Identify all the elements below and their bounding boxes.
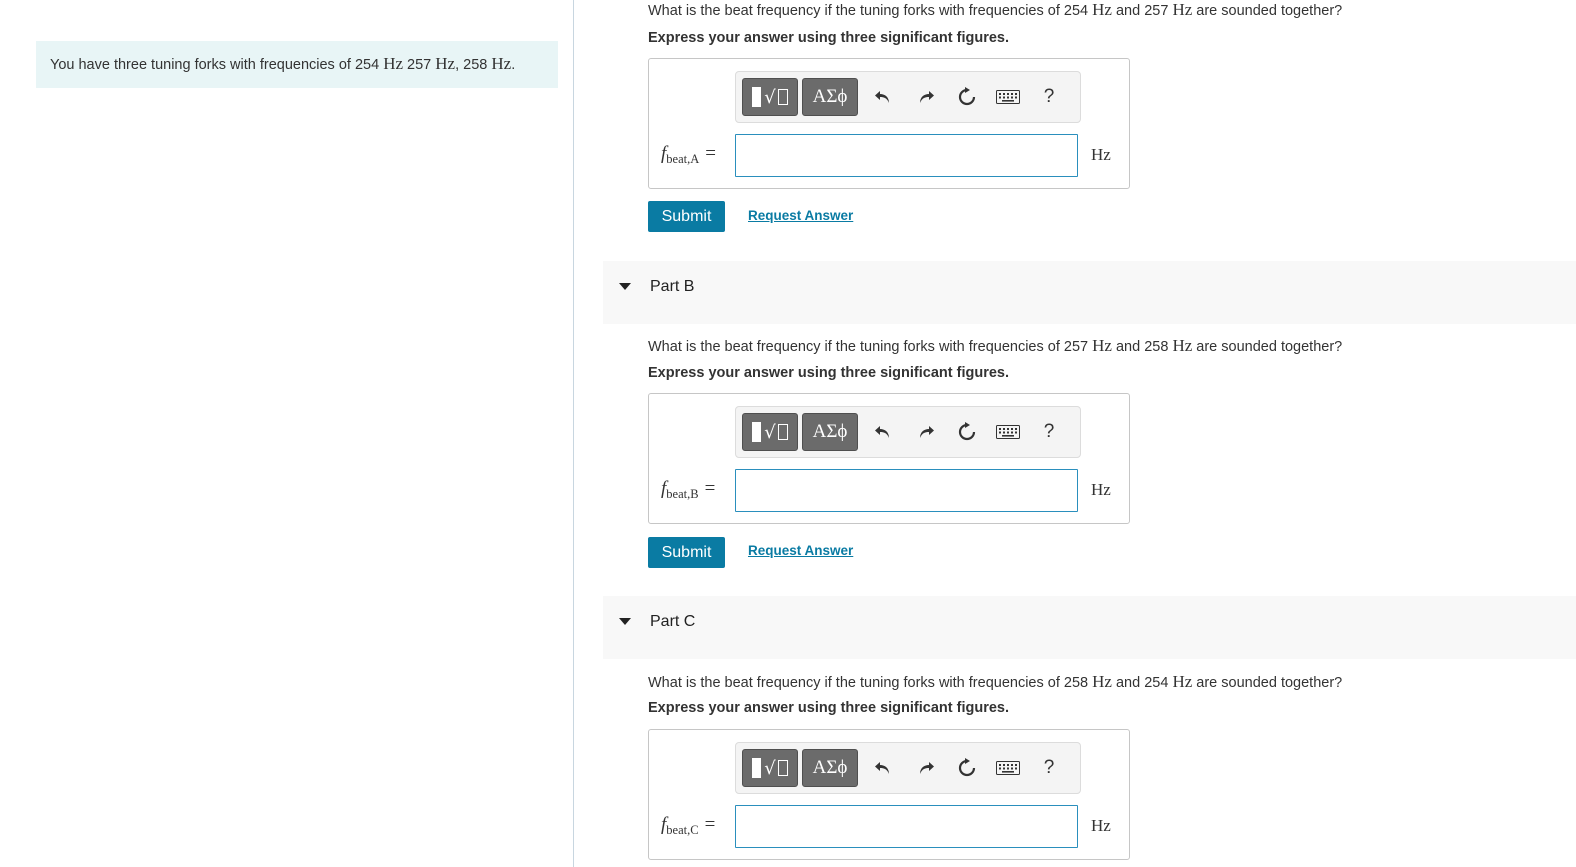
submit-button-b[interactable]: Submit	[648, 537, 725, 568]
problem-statement-pane: You have three tuning forks with frequen…	[0, 0, 573, 867]
reset-icon[interactable]	[952, 417, 982, 447]
part-c-answer-box: √ ΑΣϕ ? fbeat,C = Hz	[648, 729, 1130, 860]
unit-label: Hz	[1091, 816, 1111, 835]
radical-icon: √	[764, 757, 776, 779]
intro-unit: Hz	[383, 54, 404, 73]
template-block-icon	[752, 422, 762, 442]
intro-unit: Hz	[435, 54, 456, 73]
part-c-question: What is the beat frequency if the tuning…	[648, 672, 1343, 691]
radical-icon: √	[764, 421, 776, 443]
pane-divider	[573, 0, 574, 867]
collapse-caret-icon[interactable]	[619, 283, 631, 290]
intro-text: , 258	[455, 57, 492, 73]
greek-symbols-button[interactable]: ΑΣϕ	[802, 78, 858, 116]
submit-button-a[interactable]: Submit	[648, 201, 725, 232]
templates-button[interactable]: √	[742, 749, 798, 787]
greek-symbols-button[interactable]: ΑΣϕ	[802, 749, 858, 787]
template-box-icon	[777, 89, 788, 105]
part-b-title: Part B	[650, 278, 695, 295]
answer-input-b[interactable]	[735, 469, 1078, 512]
part-c-instruction: Express your answer using three signific…	[648, 700, 1009, 716]
template-box-icon	[777, 424, 788, 440]
math-toolbar: √ ΑΣϕ ?	[735, 406, 1081, 458]
redo-icon[interactable]	[911, 417, 941, 447]
reset-icon[interactable]	[952, 82, 982, 112]
math-toolbar: √ ΑΣϕ ?	[735, 742, 1081, 794]
templates-button[interactable]: √	[742, 78, 798, 116]
part-b-instruction: Express your answer using three signific…	[648, 365, 1009, 381]
template-box-icon	[777, 760, 788, 776]
request-answer-link-b[interactable]: Request Answer	[748, 543, 853, 558]
help-button[interactable]: ?	[1034, 753, 1064, 783]
greek-symbols-button[interactable]: ΑΣϕ	[802, 413, 858, 451]
keyboard-icon[interactable]	[993, 417, 1023, 447]
variable-label: fbeat,B =	[661, 478, 716, 501]
part-b-question: What is the beat frequency if the tuning…	[648, 336, 1343, 355]
undo-icon[interactable]	[868, 753, 898, 783]
answer-input-c[interactable]	[735, 805, 1078, 848]
intro-text: 257	[403, 57, 436, 73]
radical-icon: √	[764, 86, 776, 108]
collapse-caret-icon[interactable]	[619, 618, 631, 625]
help-button[interactable]: ?	[1034, 82, 1064, 112]
help-button[interactable]: ?	[1034, 417, 1064, 447]
part-a-instruction: Express your answer using three signific…	[648, 30, 1009, 46]
template-block-icon	[752, 758, 762, 778]
part-a-question: What is the beat frequency if the tuning…	[648, 0, 1343, 19]
part-b-header[interactable]: Part B	[603, 261, 1576, 324]
reset-icon[interactable]	[952, 753, 982, 783]
problem-intro: You have three tuning forks with frequen…	[36, 41, 558, 88]
templates-button[interactable]: √	[742, 413, 798, 451]
part-c-title: Part C	[650, 613, 696, 630]
template-block-icon	[752, 87, 762, 107]
keyboard-icon[interactable]	[993, 82, 1023, 112]
part-a-answer-box: √ ΑΣϕ ? fbeat,A = Hz	[648, 58, 1130, 189]
part-c-header[interactable]: Part C	[603, 596, 1576, 659]
answer-input-a[interactable]	[735, 134, 1078, 177]
intro-text: You have three tuning forks with frequen…	[50, 57, 384, 73]
intro-unit: Hz	[491, 54, 512, 73]
variable-label: fbeat,A =	[661, 143, 716, 166]
request-answer-link-a[interactable]: Request Answer	[748, 208, 853, 223]
intro-text: .	[511, 57, 516, 73]
undo-icon[interactable]	[868, 82, 898, 112]
variable-label: fbeat,C =	[661, 814, 716, 837]
unit-label: Hz	[1091, 145, 1111, 164]
unit-label: Hz	[1091, 480, 1111, 499]
keyboard-icon[interactable]	[993, 753, 1023, 783]
redo-icon[interactable]	[911, 753, 941, 783]
math-toolbar: √ ΑΣϕ ?	[735, 71, 1081, 123]
part-b-answer-box: √ ΑΣϕ ? fbeat,B = Hz	[648, 393, 1130, 524]
redo-icon[interactable]	[911, 82, 941, 112]
undo-icon[interactable]	[868, 417, 898, 447]
